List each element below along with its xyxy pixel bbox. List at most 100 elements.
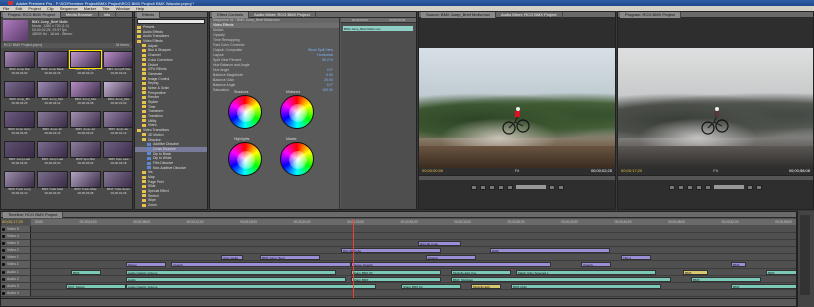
- timeline-clip[interactable]: BMX: [691, 276, 761, 282]
- timeline-clip[interactable]: Opacity: [581, 262, 611, 268]
- tab-1[interactable]: Audio Mixer: RCG BMX Project: [496, 12, 563, 18]
- track-header[interactable]: Video 4: [1, 233, 31, 240]
- timeline-clip[interactable]: Multiclip Edit One: [451, 269, 511, 275]
- mark-out-button[interactable]: [479, 184, 486, 190]
- lift-button[interactable]: [747, 184, 753, 190]
- project-clip[interactable]: BMX Spin Last 00;00;03;18: [103, 141, 132, 167]
- timeline-scrollbar[interactable]: [1, 298, 796, 306]
- preview-thumbnail[interactable]: [3, 20, 28, 41]
- timeline-clip[interactable]: Audio Opacity Volume: [126, 269, 336, 275]
- effects-search-input[interactable]: [137, 19, 205, 24]
- track-header[interactable]: Video 5: [1, 226, 31, 233]
- timeline-clip[interactable]: Opacity: [426, 255, 476, 261]
- midtones-color-wheel[interactable]: [280, 95, 314, 129]
- project-clip[interactable]: BMX Spin Bar 00;00;05;02: [70, 141, 101, 167]
- track-header[interactable]: Audio 1: [1, 268, 31, 275]
- timeline-clip[interactable]: BMX: [766, 269, 796, 275]
- timeline-clip[interactable]: Title 2: [621, 255, 651, 261]
- program-ruler[interactable]: [618, 175, 813, 180]
- tab-0[interactable]: Source: BMX Jump_Brief Motiv.mov: [421, 12, 496, 18]
- timeline-clip[interactable]: RGB: [490, 248, 610, 254]
- project-clip[interactable]: BMX Jump_Mot 00;00;02;08: [70, 81, 101, 107]
- timeline-clip[interactable]: Match Clips Selected 1: [516, 269, 656, 275]
- project-clip[interactable]: BMX Jump_Mot 00;00;03;00: [103, 81, 132, 107]
- program-zoom[interactable]: Fit: [713, 168, 717, 174]
- project-clip[interactable]: BMX Jump Last 00;00;02;20: [37, 141, 68, 167]
- tab-2[interactable]: Info: [99, 12, 117, 18]
- project-clip[interactable]: BMX Jump_Mot 00;00;03;12: [37, 81, 68, 107]
- timeline-ruler[interactable]: 00;00 00;00;04;00 00;00;08;00 00;00;12;00 00…: [31, 219, 796, 225]
- program-timecode-in[interactable]: 00;00;17;20: [621, 168, 642, 174]
- timeline-playhead[interactable]: [353, 219, 354, 300]
- step-forward-button[interactable]: [506, 184, 513, 190]
- extract-button[interactable]: [756, 184, 762, 190]
- project-clip[interactable]: BMX Jump Flip 00;00;03;02: [4, 51, 35, 77]
- step-back-button[interactable]: [488, 184, 495, 190]
- source-ruler[interactable]: [419, 175, 615, 180]
- overlay-button[interactable]: [557, 184, 564, 190]
- track-header[interactable]: Audio 3: [1, 282, 31, 289]
- timeline-clip[interactable]: Rdn 3D Cube: [418, 241, 461, 247]
- highlights-color-wheel[interactable]: [228, 142, 262, 176]
- tab-0[interactable]: Effects: [137, 12, 161, 18]
- project-clip[interactable]: BMX Jump Jer 00;00;03;24: [70, 111, 101, 137]
- property-value[interactable]: 100.00: [322, 88, 333, 93]
- program-video-frame[interactable]: [618, 48, 813, 168]
- project-clip[interactable]: BMX Jump Jer 00;00;02;12: [103, 111, 132, 137]
- tab-1[interactable]: Media Browser: [61, 12, 99, 18]
- timeline-clip[interactable]: Motion Opacity: [351, 262, 551, 268]
- timeline-timecode[interactable]: 00;00;17;20: [2, 219, 30, 225]
- timeline-clip[interactable]: Sharp BMX 84: [351, 269, 441, 275]
- mark-in-button[interactable]: [669, 184, 675, 190]
- jog-shuttle[interactable]: [515, 185, 546, 189]
- master-color-wheel[interactable]: [280, 142, 314, 176]
- tab-0[interactable]: Effect Controls: [212, 12, 250, 18]
- timeline-clip[interactable]: SCC_Motion: [66, 283, 126, 289]
- project-clip[interactable]: BMX Jump Last 00;00;03;04: [4, 141, 35, 167]
- effect-property-row[interactable]: Saturation 100.00: [210, 88, 339, 93]
- project-clip[interactable]: BMX Jump_Brl 00;00;04;10: [69, 50, 102, 77]
- project-clip[interactable]: BMX Trails Med 00;00;04;00: [37, 171, 68, 197]
- step-back-button[interactable]: [687, 184, 693, 190]
- track-header[interactable]: Video 2: [1, 247, 31, 254]
- mark-out-button[interactable]: [678, 184, 684, 190]
- project-clip[interactable]: BMX Jump-B Mot 00;00;02;24: [103, 51, 132, 77]
- project-clip[interactable]: BMX Jump_Bri 00;00;02;25: [4, 81, 35, 107]
- tab-0[interactable]: Program: RCG BMX Project: [620, 12, 681, 18]
- track-header[interactable]: Audio 4: [1, 289, 31, 296]
- track-header[interactable]: Audio 2: [1, 275, 31, 282]
- source-video-frame[interactable]: [419, 48, 615, 168]
- effects-tree-item[interactable]: Zoom: [135, 203, 207, 208]
- timeline-clip[interactable]: clips media: [221, 255, 243, 261]
- jog-shuttle[interactable]: [714, 185, 744, 189]
- ec-clip-bar[interactable]: BMX Jump_Brief Motiv.mov: [343, 26, 413, 31]
- timeline-clip[interactable]: Opacity: [171, 262, 351, 268]
- timeline-clip[interactable]: Audio Opacity Volume: [126, 283, 376, 289]
- timeline-clip[interactable]: BMX: [731, 283, 796, 289]
- source-timecode-in[interactable]: 00;00;00;00: [422, 168, 443, 174]
- timeline-clip[interactable]: Audio: [126, 276, 346, 282]
- timeline-clip[interactable]: BMX Jump_Bunf: [260, 255, 320, 261]
- tab-0[interactable]: Project: RCG BMX Project: [3, 12, 61, 18]
- timeline-clip[interactable]: BMX: [71, 269, 101, 275]
- tab-1[interactable]: Audio Mixer: RCG BMX Project: [249, 12, 316, 18]
- play-button[interactable]: [696, 184, 702, 190]
- insert-button[interactable]: [548, 184, 555, 190]
- play-button[interactable]: [497, 184, 504, 190]
- timeline-clip[interactable]: BMX Multi: [511, 283, 661, 289]
- property-value[interactable]: 50.0 %: [322, 58, 333, 63]
- timeline-clip[interactable]: Motion: [126, 262, 166, 268]
- step-forward-button[interactable]: [705, 184, 711, 190]
- tab-0[interactable]: Timeline: RCG BMX Project: [3, 212, 64, 218]
- timeline-clip[interactable]: Multiclip Edit: [471, 283, 501, 289]
- project-clip[interactable]: BMX Jump Jer 00;00;02;16: [37, 111, 68, 137]
- track-header[interactable]: Video 3: [1, 240, 31, 247]
- project-clip[interactable]: BMX Trails Wide 00;00;03;08: [70, 171, 101, 197]
- timeline-clip[interactable]: Sharp BMX 84: [401, 283, 461, 289]
- project-clip[interactable]: BMX Trails Long 00;00;02;10: [4, 171, 35, 197]
- track-header[interactable]: Video 1: [1, 254, 31, 261]
- timeline-clip[interactable]: BMX: [731, 262, 746, 268]
- mark-in-button[interactable]: [470, 184, 477, 190]
- project-clip[interactable]: BMX Jump Jerry 00;00;04;06: [4, 111, 35, 137]
- source-zoom[interactable]: Fit: [515, 168, 519, 174]
